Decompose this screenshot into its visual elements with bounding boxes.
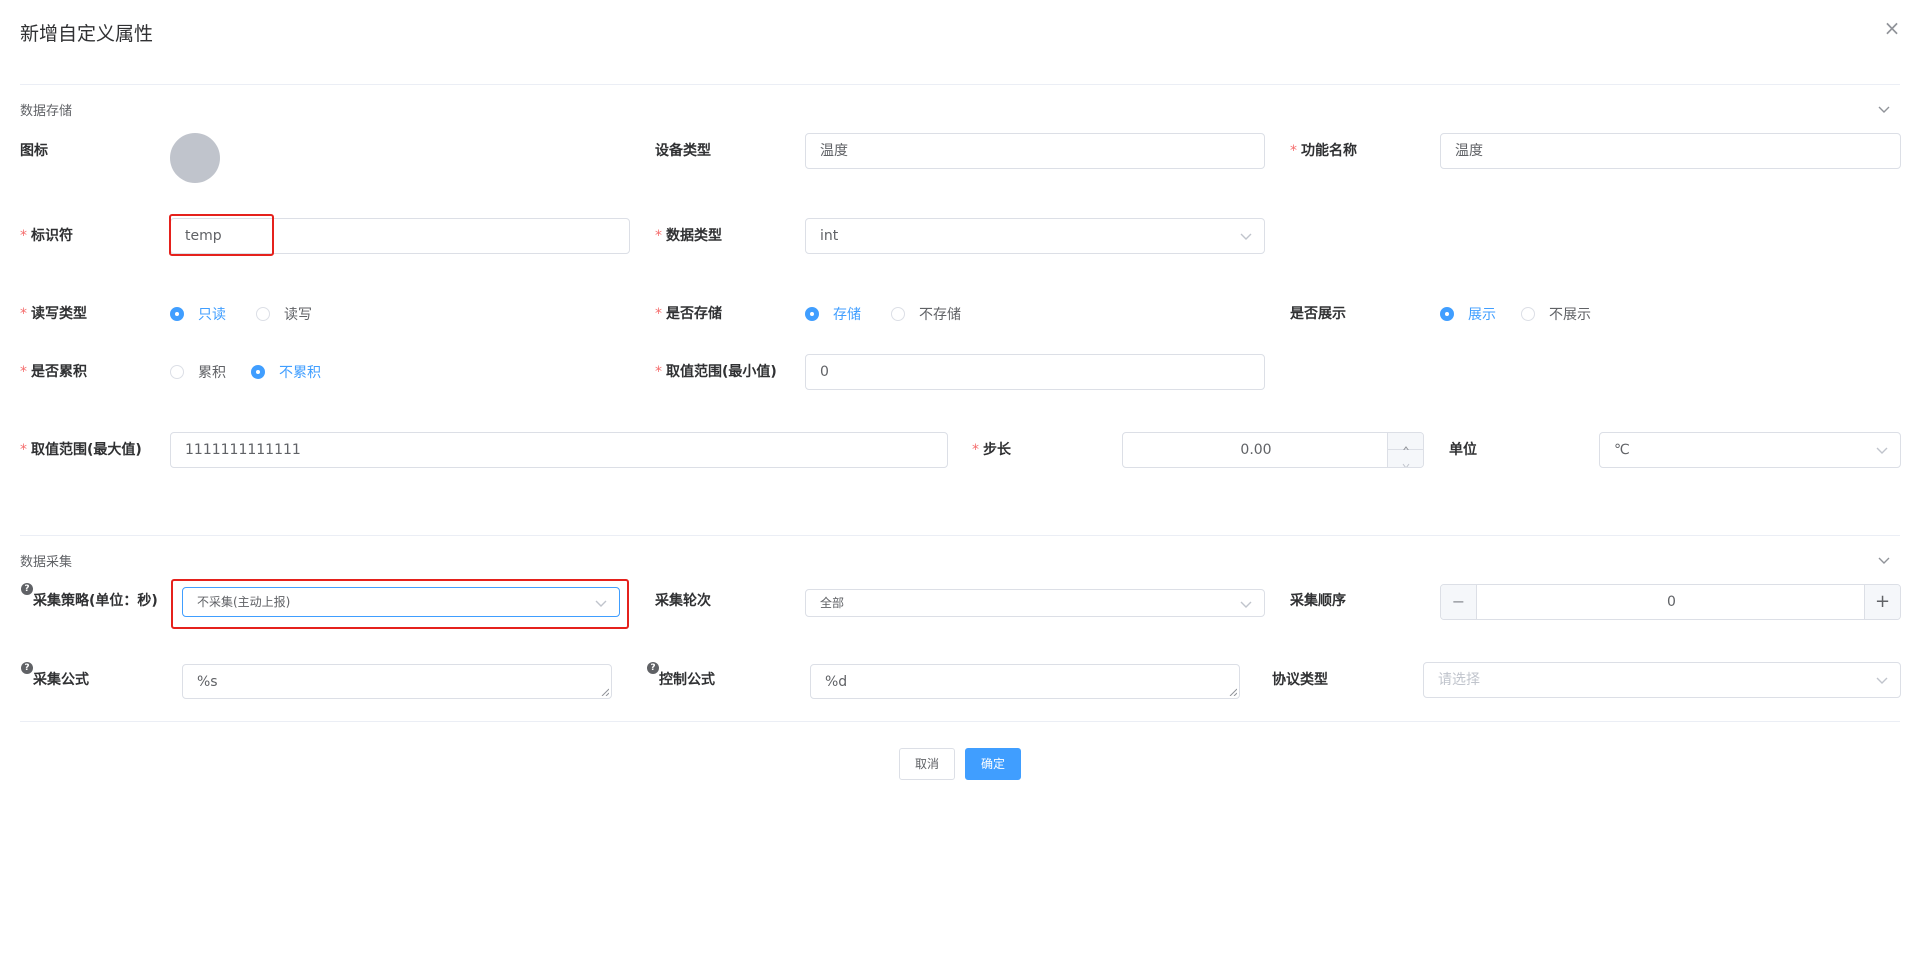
protocol-placeholder: 请选择 — [1438, 672, 1480, 688]
radio-dot — [805, 307, 819, 321]
chevron-down-icon[interactable] — [1876, 101, 1892, 117]
step-label: * 步长 — [972, 442, 1011, 458]
min-value-input[interactable]: 0 — [805, 354, 1265, 390]
icon-label: 图标 — [20, 143, 48, 159]
footer-divider — [20, 721, 1900, 722]
function-name-label: * 功能名称 — [1290, 143, 1357, 159]
radio-dot — [891, 307, 905, 321]
close-icon[interactable]: × — [1882, 18, 1902, 38]
radio-dot — [251, 365, 265, 379]
chevron-down-icon — [1402, 463, 1409, 467]
confirm-button[interactable]: 确定 — [965, 748, 1021, 780]
order-decrease-button[interactable]: − — [1441, 585, 1477, 619]
control-formula-textarea[interactable]: %d — [810, 664, 1240, 699]
strategy-label: 采集策略(单位：秒) — [33, 593, 158, 609]
help-icon[interactable]: ? — [21, 583, 33, 595]
chevron-down-icon — [1876, 677, 1888, 684]
identifier-label: * 标识符 — [20, 228, 73, 244]
radio-dot — [1440, 307, 1454, 321]
chevron-down-icon[interactable] — [1876, 552, 1892, 568]
section-title-storage: 数据存储 — [20, 104, 73, 119]
function-name-input[interactable]: 温度 — [1440, 133, 1901, 169]
radio-dot — [256, 307, 270, 321]
data-type-value: int — [820, 228, 839, 244]
radio-readonly[interactable]: 只读 — [170, 304, 226, 324]
max-value-input[interactable]: 1111111111111 — [170, 432, 948, 468]
header-divider — [20, 84, 1900, 85]
chevron-down-icon — [1876, 447, 1888, 454]
resize-grip-icon[interactable] — [1229, 688, 1237, 696]
unit-label: 单位 — [1449, 442, 1477, 458]
identifier-highlight-box — [169, 214, 274, 256]
round-label: 采集轮次 — [655, 593, 711, 609]
resize-grip-icon[interactable] — [601, 688, 609, 696]
data-type-select[interactable]: int — [805, 218, 1265, 254]
formula-textarea[interactable]: %s — [182, 664, 612, 699]
control-formula-label: 控制公式 — [659, 672, 715, 688]
chevron-down-icon — [595, 600, 607, 607]
order-value: 0 — [1667, 594, 1676, 610]
step-increase-button[interactable] — [1387, 433, 1423, 452]
round-value: 全部 — [820, 596, 845, 610]
step-value: 0.00 — [1240, 442, 1272, 458]
formula-value: %s — [197, 674, 218, 690]
strategy-value: 不采集(主动上报) — [197, 595, 291, 609]
order-stepper[interactable]: − 0 + — [1440, 584, 1901, 620]
radio-no-store[interactable]: 不存储 — [891, 304, 961, 324]
step-stepper[interactable]: 0.00 — [1122, 432, 1424, 468]
unit-select[interactable]: ℃ — [1599, 432, 1901, 468]
unit-value: ℃ — [1614, 442, 1630, 458]
strategy-select[interactable]: 不采集(主动上报) — [182, 587, 620, 617]
min-value-label: * 取值范围(最小值) — [655, 364, 777, 380]
protocol-label: 协议类型 — [1272, 672, 1328, 688]
rw-type-label: * 读写类型 — [20, 306, 87, 322]
control-formula-value: %d — [825, 674, 848, 690]
order-label: 采集顺序 — [1290, 593, 1346, 609]
device-type-input[interactable]: 温度 — [805, 133, 1265, 169]
radio-dot — [170, 365, 184, 379]
radio-no-show[interactable]: 不展示 — [1521, 304, 1591, 324]
radio-no-accumulate[interactable]: 不累积 — [251, 362, 321, 382]
radio-dot — [1521, 307, 1535, 321]
radio-store[interactable]: 存储 — [805, 304, 861, 324]
accumulate-label: * 是否累积 — [20, 364, 87, 380]
order-increase-button[interactable]: + — [1864, 585, 1900, 619]
round-select[interactable]: 全部 — [805, 589, 1265, 617]
protocol-select[interactable]: 请选择 — [1423, 662, 1901, 698]
dialog-title: 新增自定义属性 — [20, 23, 154, 45]
help-icon[interactable]: ? — [647, 662, 659, 674]
avatar[interactable] — [170, 133, 220, 183]
chevron-down-icon — [1240, 601, 1252, 608]
help-icon[interactable]: ? — [21, 662, 33, 674]
section-divider — [20, 535, 1900, 536]
data-type-label: * 数据类型 — [655, 228, 722, 244]
chevron-down-icon — [1240, 233, 1252, 240]
store-label: * 是否存储 — [655, 306, 722, 322]
formula-label: 采集公式 — [33, 672, 89, 688]
radio-dot — [170, 307, 184, 321]
radio-show[interactable]: 展示 — [1440, 304, 1496, 324]
radio-accumulate[interactable]: 累积 — [170, 362, 226, 382]
cancel-button[interactable]: 取消 — [899, 748, 955, 780]
section-title-collect: 数据采集 — [20, 555, 73, 570]
radio-readwrite[interactable]: 读写 — [256, 304, 312, 324]
device-type-label: 设备类型 — [655, 143, 711, 159]
step-decrease-button[interactable] — [1387, 450, 1423, 467]
show-label: 是否展示 — [1290, 306, 1346, 322]
max-value-label: * 取值范围(最大值) — [20, 442, 142, 458]
